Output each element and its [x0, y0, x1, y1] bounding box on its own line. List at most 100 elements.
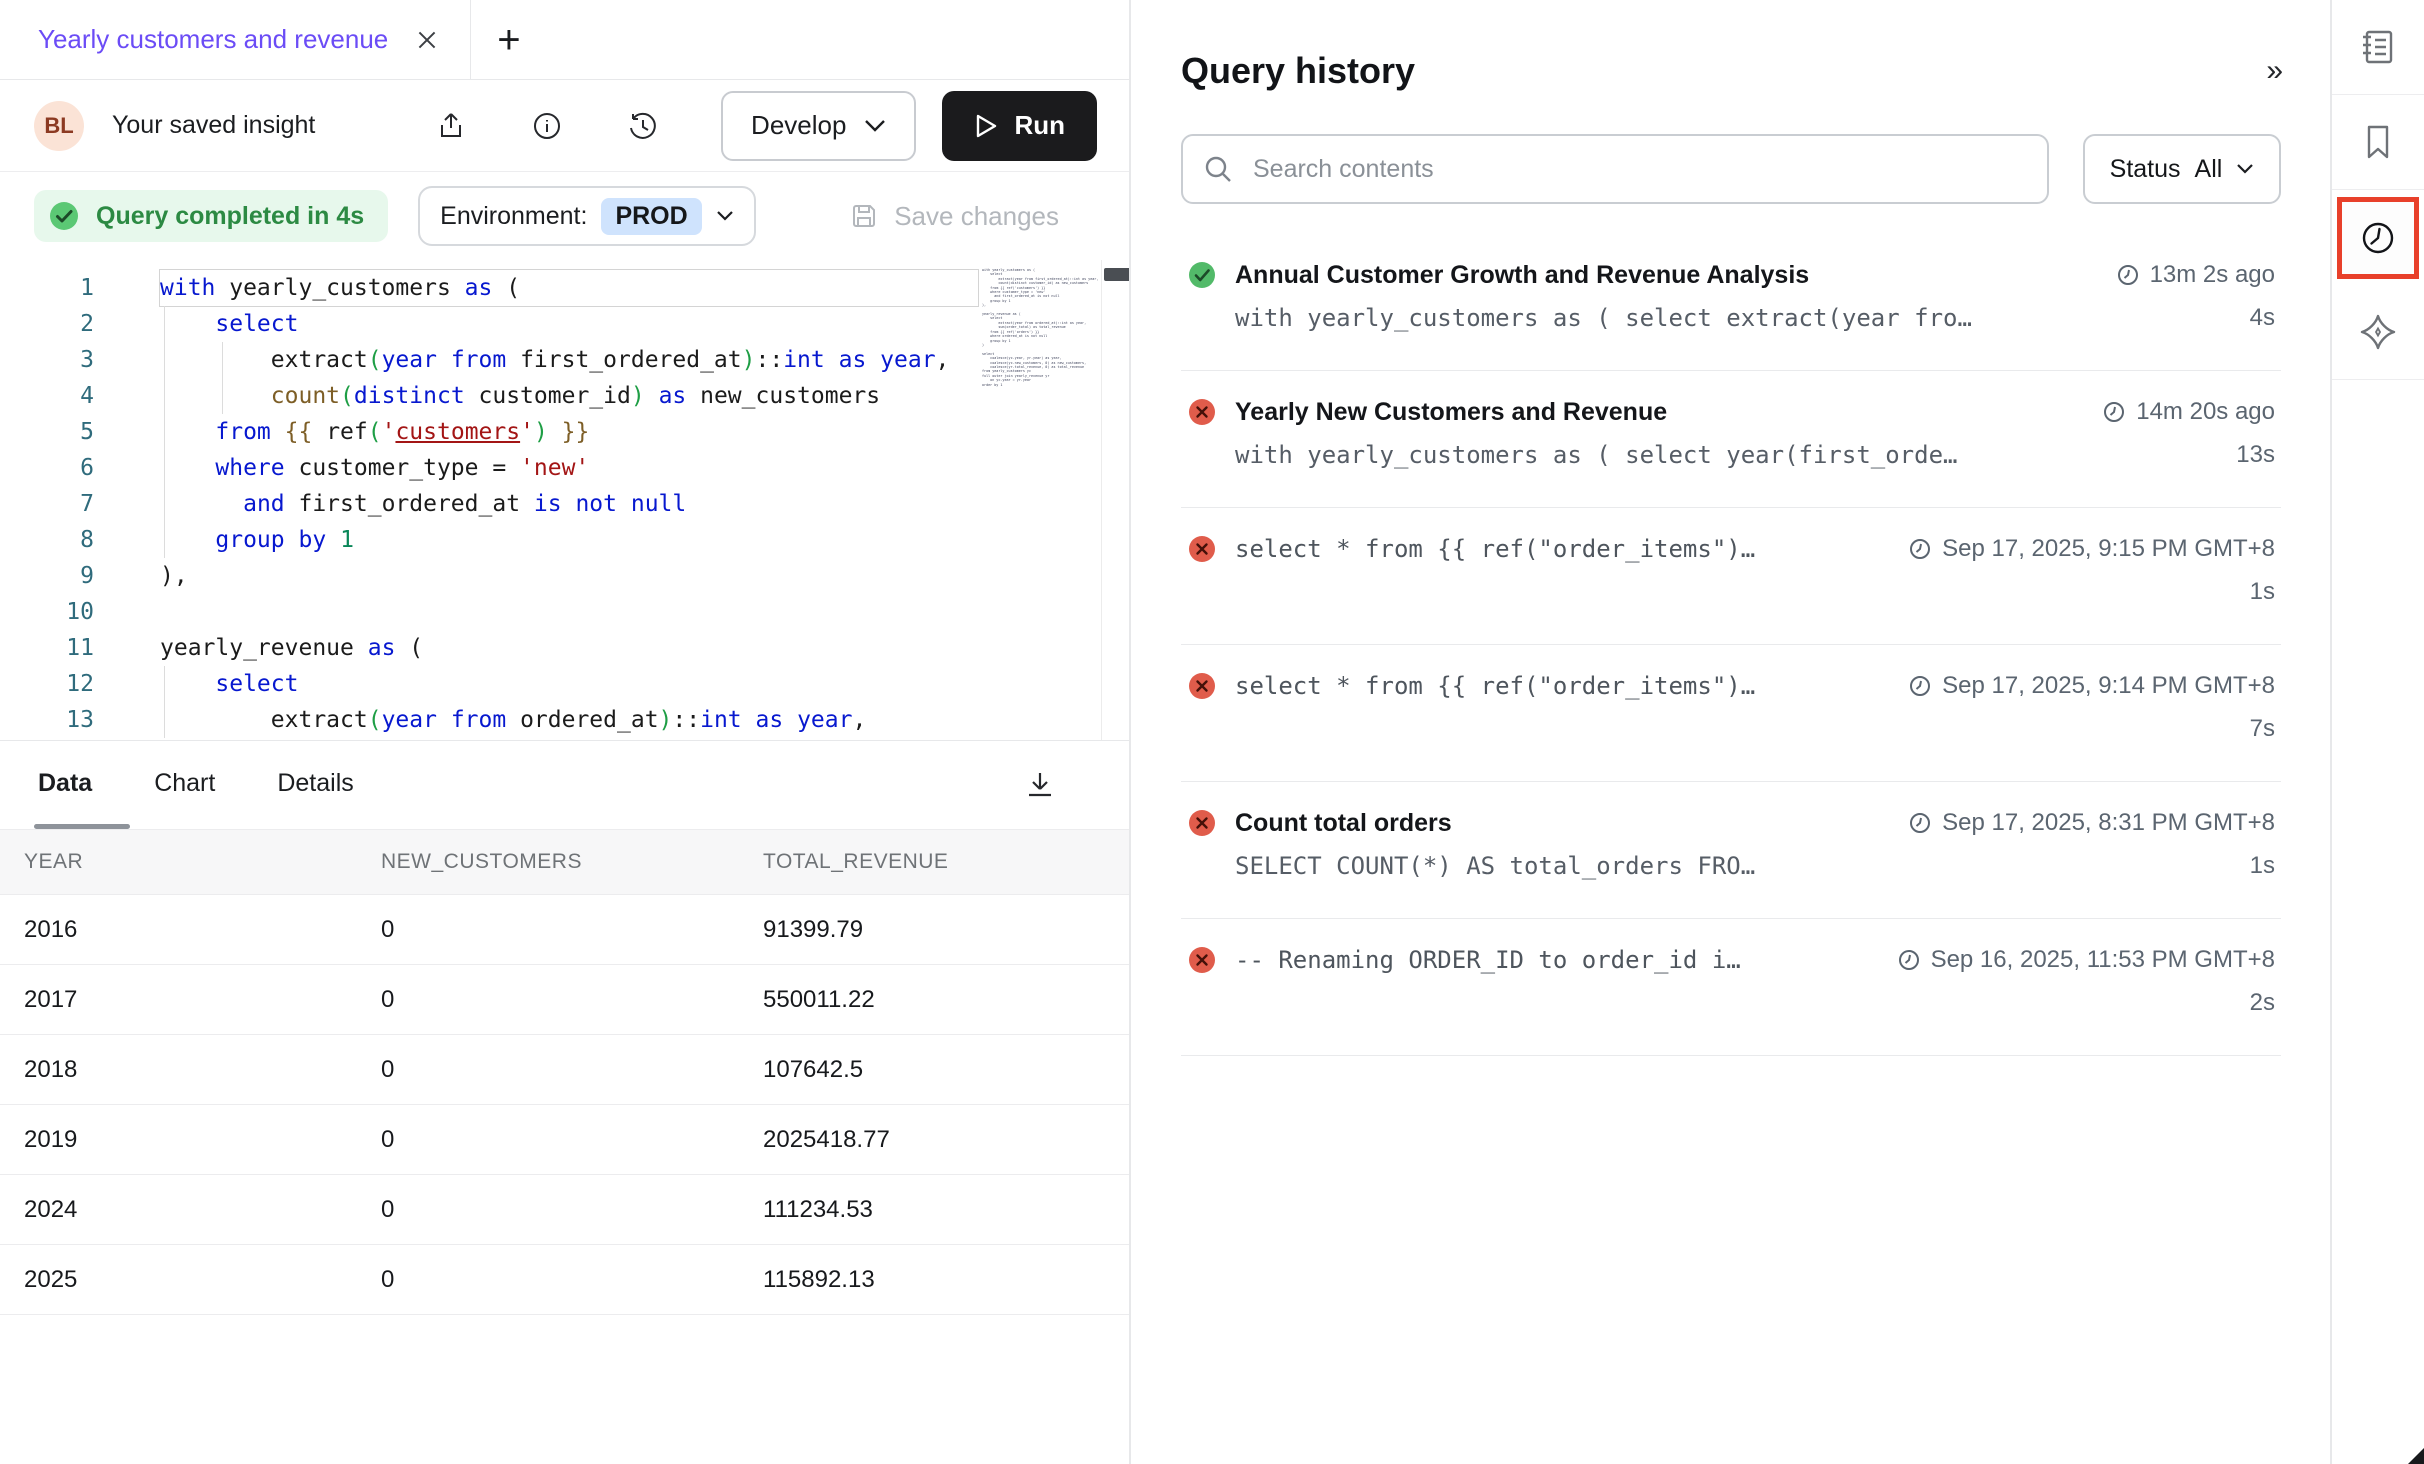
minimap[interactable]: with yearly_customers as ( select extrac… [982, 268, 1100, 387]
scrollbar-handle[interactable] [1104, 268, 1129, 281]
code-token [617, 491, 631, 517]
code-token: 1 [340, 527, 354, 553]
code-line[interactable]: extract(year from ordered_at)::int as ye… [160, 702, 978, 738]
history-item[interactable]: Count total ordersSep 17, 2025, 8:31 PM … [1181, 782, 2281, 919]
code-token: ( [492, 275, 520, 301]
code-line[interactable]: select [160, 306, 978, 342]
new-tab-button[interactable]: + [497, 20, 520, 60]
code-token: int [783, 347, 825, 373]
results-tab-chart[interactable]: Chart [154, 769, 215, 802]
code-token: :: [672, 707, 700, 733]
code-line[interactable]: count(distinct customer_id) as new_custo… [160, 378, 978, 414]
code-token: select [215, 311, 298, 337]
code-line[interactable]: with yearly_customers as ( [160, 270, 978, 306]
code-line[interactable]: and first_ordered_at is not null [160, 486, 978, 522]
rail-item-bookmarks[interactable] [2332, 95, 2424, 190]
tab-close-icon[interactable] [414, 27, 440, 53]
bookmark-icon [2357, 121, 2399, 163]
code-token: year [797, 707, 852, 733]
rail-item-explore[interactable] [2332, 285, 2424, 380]
rail-item-query-history[interactable] [2332, 190, 2424, 285]
rail-item-notebook[interactable] [2332, 0, 2424, 95]
save-floppy-icon [850, 202, 878, 230]
code-token: ' [382, 419, 396, 445]
table-body: 2016091399.7920170550011.2220180107642.5… [0, 895, 1129, 1315]
error-x-icon [1187, 534, 1217, 564]
code-token: ) [742, 347, 756, 373]
download-icon[interactable] [1023, 768, 1057, 802]
code-line[interactable] [160, 594, 978, 630]
history-item[interactable]: select * from {{ ref("order_items")…Sep … [1181, 645, 2281, 782]
history-item-time: Sep 17, 2025, 8:31 PM GMT+8 [1888, 809, 2275, 837]
code-token: ), [160, 563, 188, 589]
query-status-text: Query completed in 4s [96, 202, 364, 231]
run-label: Run [1014, 110, 1065, 141]
error-x-icon [1187, 397, 1217, 427]
environment-value-badge: PROD [601, 198, 701, 235]
code-line[interactable]: yearly_revenue as ( [160, 630, 978, 666]
environment-selector[interactable]: Environment: PROD [418, 186, 756, 246]
code-line[interactable]: where customer_type = 'new' [160, 450, 978, 486]
success-check-icon [48, 200, 80, 232]
code-token: {{ [285, 419, 313, 445]
code-token [437, 347, 451, 373]
resize-corner[interactable] [2408, 1448, 2424, 1464]
table-cell: 2025418.77 [763, 1126, 1129, 1154]
code-token [160, 383, 271, 409]
results-tab-data[interactable]: Data [38, 769, 92, 802]
code-token [160, 311, 215, 337]
search-icon [1203, 154, 1233, 184]
editor-scrollbar[interactable] [1101, 260, 1129, 740]
code-token: ' [520, 419, 534, 445]
history-item[interactable]: select * from {{ ref("order_items")…Sep … [1181, 508, 2281, 645]
code-line[interactable]: group by 1 [160, 522, 978, 558]
code-token: , [936, 347, 950, 373]
version-history-icon[interactable] [627, 110, 659, 142]
develop-dropdown[interactable]: Develop [721, 91, 916, 161]
results-tab-bar: Data Chart Details [0, 741, 1129, 829]
save-changes-button[interactable]: Save changes [850, 201, 1059, 232]
history-item[interactable]: -- Renaming ORDER_ID to order_id i…Sep 1… [1181, 919, 2281, 1056]
history-controls: Status All [1181, 134, 2281, 204]
run-button[interactable]: Run [942, 91, 1097, 161]
tab-yearly-customers[interactable]: Yearly customers and revenue [0, 0, 470, 79]
table-row: 201902025418.77 [0, 1105, 1129, 1175]
history-clock-icon [2357, 217, 2399, 259]
share-icon[interactable] [435, 110, 467, 142]
history-item[interactable]: Annual Customer Growth and Revenue Analy… [1181, 234, 2281, 371]
history-item[interactable]: Yearly New Customers and Revenue14m 20s … [1181, 371, 2281, 508]
code-line[interactable]: from {{ ref('customers') }} [160, 414, 978, 450]
line-number: 1 [0, 270, 118, 306]
sql-editor[interactable]: 12345678910111213 with yearly_customers … [0, 260, 1129, 740]
code-token: from [451, 347, 506, 373]
table-cell: 0 [381, 986, 763, 1014]
line-number-gutter: 12345678910111213 [0, 270, 118, 738]
code-line[interactable]: extract(year from first_ordered_at)::int… [160, 342, 978, 378]
code-token: with [160, 275, 215, 301]
status-filter-dropdown[interactable]: Status All [2083, 134, 2281, 204]
table-cell: 2024 [0, 1196, 381, 1224]
results-tab-details[interactable]: Details [277, 769, 353, 802]
insight-subtitle: Your saved insight [112, 111, 315, 140]
search-input[interactable] [1253, 155, 2027, 184]
code-token: as [839, 347, 867, 373]
code-token: first_ordered_at [506, 347, 741, 373]
code-token: new_customers [686, 383, 880, 409]
query-status-badge: Query completed in 4s [34, 190, 388, 242]
results-panel: DataChartDetails YEARNEW_CUSTOMERSTOTAL_… [0, 740, 1129, 1315]
code-line[interactable]: select [160, 666, 978, 702]
history-item-sql: with yearly_customers as ( select extrac… [1235, 304, 1972, 332]
collapse-panel-icon[interactable]: » [2266, 54, 2281, 88]
code-line[interactable]: ), [160, 558, 978, 594]
code-token [548, 419, 562, 445]
query-history-header: Query history » [1181, 50, 2281, 92]
history-search[interactable] [1181, 134, 2049, 204]
code-token: customer_type = [285, 455, 520, 481]
info-icon[interactable] [531, 110, 563, 142]
clock-icon [1908, 537, 1932, 561]
code-token [160, 419, 215, 445]
line-number: 5 [0, 414, 118, 450]
table-cell: 2025 [0, 1266, 381, 1294]
code-area[interactable]: with yearly_customers as ( select extrac… [160, 270, 978, 738]
notebook-icon [2357, 26, 2399, 68]
